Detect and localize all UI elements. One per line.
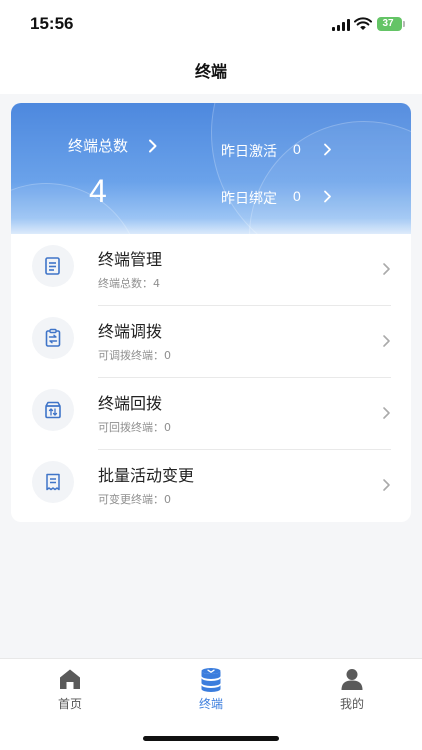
total-terminals-value: 4: [89, 173, 107, 209]
user-icon: [341, 669, 363, 690]
tab-mine[interactable]: 我的: [282, 659, 422, 719]
nav-bar: 终端: [0, 50, 422, 94]
receipt-icon: [32, 461, 74, 503]
chevron-right-icon: [383, 335, 390, 347]
page-title: 终端: [194, 62, 227, 81]
yesterday-bound-value: 0: [293, 188, 301, 204]
menu-item-terminal-management[interactable]: 终端管理 终端总数：4: [11, 234, 411, 306]
chevron-right-icon[interactable]: [148, 139, 158, 153]
yesterday-activated-label[interactable]: 昨日激活: [221, 141, 277, 161]
yesterday-bound-label[interactable]: 昨日绑定: [221, 188, 277, 208]
tab-label: 终端: [198, 697, 223, 711]
menu-item-subtitle: 终端总数：4: [98, 277, 160, 290]
menu-item-title: 终端管理: [98, 250, 163, 269]
box-return-icon: [32, 389, 74, 431]
chevron-right-icon[interactable]: [323, 143, 332, 156]
summary-banner: 终端总数 4 昨日激活 0 昨日绑定 0: [11, 103, 411, 234]
menu-item-terminal-allocation[interactable]: 终端调拨 可调拨终端：0: [11, 306, 411, 378]
menu-item-subtitle: 可变更终端：0: [98, 493, 171, 506]
document-list-icon: [32, 245, 74, 287]
terminal-card: 终端总数 4 昨日激活 0 昨日绑定 0 终端管理 终端总数：4 终端调拨 可调…: [11, 103, 411, 522]
home-indicator: [143, 736, 279, 741]
menu-item-subtitle: 可回拨终端：0: [98, 421, 171, 434]
total-terminals-label[interactable]: 终端总数: [68, 135, 128, 156]
menu-item-title: 终端调拨: [98, 322, 163, 341]
cellular-signal-icon: [332, 19, 350, 31]
menu-item-subtitle: 可调拨终端：0: [98, 349, 171, 362]
chevron-right-icon: [383, 407, 390, 419]
chevron-right-icon: [383, 479, 390, 491]
tab-label: 我的: [339, 697, 364, 711]
yesterday-activated-value: 0: [293, 141, 301, 157]
tab-label: 首页: [57, 697, 82, 711]
menu-item-title: 终端回拨: [98, 394, 163, 413]
chevron-right-icon: [383, 263, 390, 275]
chevron-right-icon[interactable]: [323, 190, 332, 203]
menu-item-title: 批量活动变更: [98, 466, 195, 485]
battery-icon: 37: [377, 17, 405, 31]
menu-item-batch-activity-change[interactable]: 批量活动变更 可变更终端：0: [11, 450, 411, 522]
menu-item-terminal-return[interactable]: 终端回拨 可回拨终端：0: [11, 378, 411, 450]
home-icon: [60, 669, 80, 689]
battery-level: 37: [382, 18, 394, 29]
terminal-stack-icon: [201, 668, 221, 692]
tab-terminal[interactable]: 终端: [141, 659, 281, 719]
status-time: 15:56: [30, 14, 74, 33]
wifi-icon: [354, 17, 372, 30]
tab-home[interactable]: 首页: [0, 659, 140, 719]
clipboard-transfer-icon: [32, 317, 74, 359]
status-bar: 15:56 37: [0, 0, 422, 50]
